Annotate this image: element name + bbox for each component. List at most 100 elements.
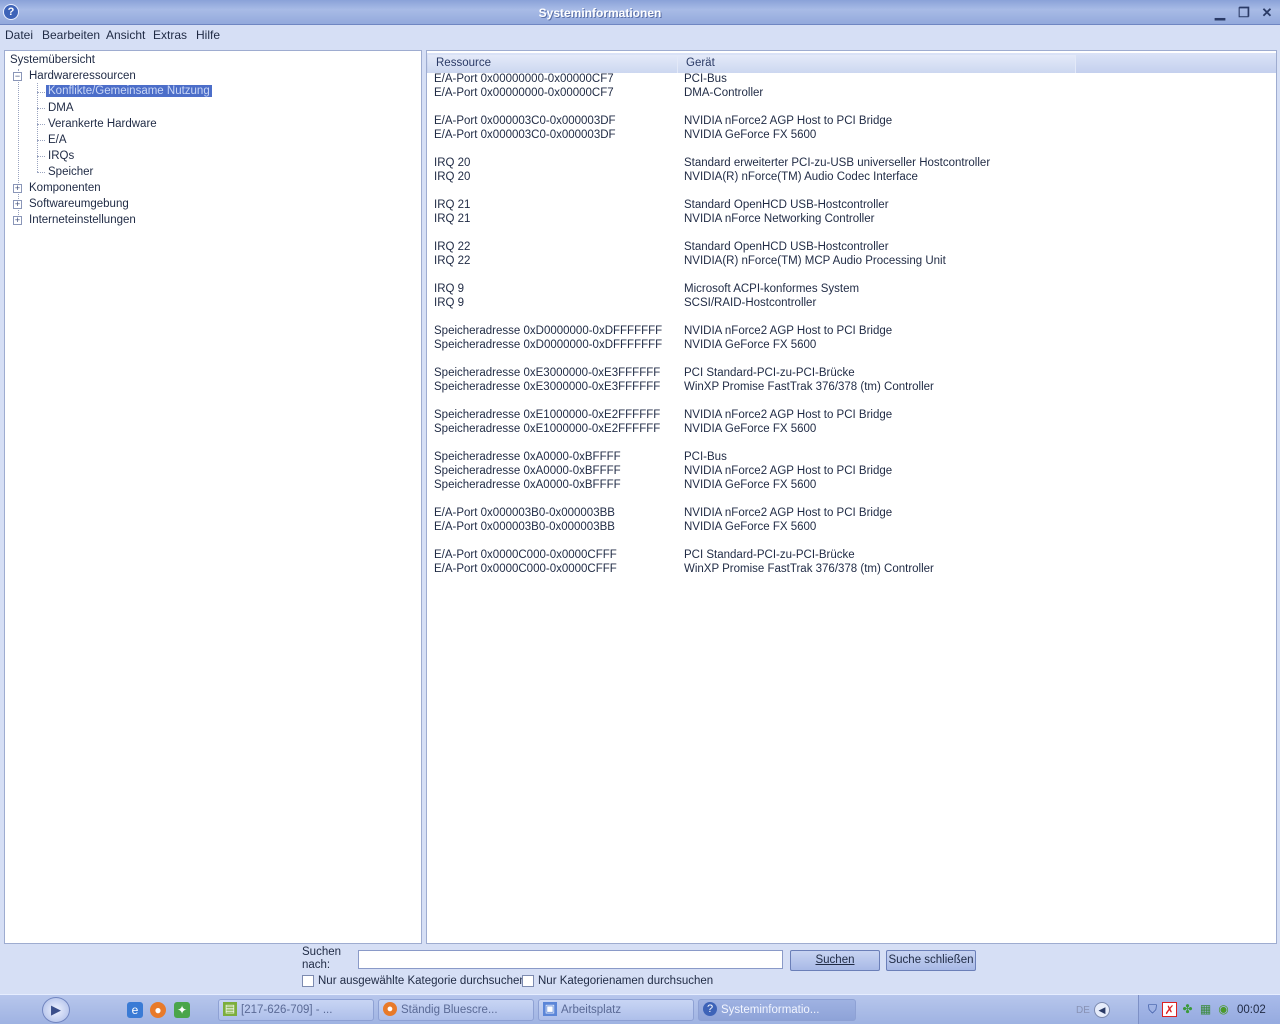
cell-ressource: Speicheradresse 0xD0000000-0xDFFFFFFF — [434, 325, 663, 337]
expand-icon[interactable]: + — [13, 184, 22, 193]
collapse-icon[interactable]: − — [13, 72, 22, 81]
table-row[interactable]: Speicheradresse 0xD0000000-0xDFFFFFFF NVI… — [427, 339, 1267, 353]
taskbar-item-arbeitsplatz[interactable]: ▣ Arbeitsplatz — [538, 999, 694, 1021]
category-tree[interactable]: Systemübersicht − Hardwareressourcen Kon… — [4, 50, 422, 944]
table-row[interactable]: E/A-Port 0x0000C000-0x0000CFFF PCI Standa… — [427, 549, 1267, 563]
clock: 00:02 — [1237, 1004, 1266, 1016]
table-row[interactable]: Speicheradresse 0xE3000000-0xE3FFFFFF Win… — [427, 381, 1267, 395]
table-row[interactable]: E/A-Port 0x00000000-0x00000CF7 DMA-Contro… — [427, 87, 1267, 101]
tree-item-systemuebersicht[interactable]: Systemübersicht — [10, 54, 95, 66]
menu-hilfe[interactable]: Hilfe — [196, 28, 220, 42]
table-row[interactable]: IRQ 9 Microsoft ACPI-konformes System — [427, 283, 1267, 297]
close-button[interactable]: ✕ — [1256, 3, 1278, 22]
table-row[interactable]: IRQ 20 NVIDIA(R) nForce(TM) Audio Codec I… — [427, 171, 1267, 185]
expand-icon[interactable]: + — [13, 200, 22, 209]
minimize-button[interactable]: ▁ — [1209, 3, 1231, 22]
menu-extras[interactable]: Extras — [153, 28, 187, 42]
table-row[interactable]: Speicheradresse 0xE3000000-0xE3FFFFFF PCI… — [427, 367, 1267, 381]
table-row[interactable] — [427, 395, 1267, 409]
antivirus-icon[interactable]: ✗ — [1162, 1002, 1177, 1017]
cell-geraet: NVIDIA nForce2 AGP Host to PCI Bridge — [684, 507, 893, 519]
table-row[interactable]: Speicheradresse 0xD0000000-0xDFFFFFFF NVI… — [427, 325, 1267, 339]
table-row[interactable]: IRQ 22 Standard OpenHCD USB-Hostcontrolle… — [427, 241, 1267, 255]
table-row[interactable]: E/A-Port 0x000003B0-0x000003BB NVIDIA GeF… — [427, 521, 1267, 535]
tree-item-ea[interactable]: E/A — [48, 134, 67, 146]
menu-datei[interactable]: Datei — [5, 28, 33, 42]
shield-icon[interactable]: ⛉ — [1145, 1002, 1160, 1017]
table-row[interactable]: E/A-Port 0x000003C0-0x000003DF NVIDIA nFo… — [427, 115, 1267, 129]
category-names-checkbox[interactable] — [522, 975, 534, 987]
expand-icon[interactable]: + — [13, 216, 22, 225]
table-row[interactable] — [427, 311, 1267, 325]
cell-geraet: NVIDIA GeForce FX 5600 — [684, 339, 817, 351]
cell-ressource: IRQ 9 — [434, 283, 465, 295]
table-row[interactable]: IRQ 21 NVIDIA nForce Networking Controlle… — [427, 213, 1267, 227]
table-row[interactable] — [427, 269, 1267, 283]
column-header-ressource[interactable]: Ressource — [428, 55, 678, 73]
tree-item-irqs[interactable]: IRQs — [48, 150, 74, 162]
table-row[interactable]: Speicheradresse 0xE1000000-0xE2FFFFFF NVI… — [427, 409, 1267, 423]
close-search-button[interactable]: Suche schließen — [886, 950, 976, 971]
table-row[interactable]: Speicheradresse 0xA0000-0xBFFFF PCI-Bus — [427, 451, 1267, 465]
table-row[interactable] — [427, 353, 1267, 367]
table-row[interactable] — [427, 227, 1267, 241]
table-row[interactable]: E/A-Port 0x000003B0-0x000003BB NVIDIA nFo… — [427, 507, 1267, 521]
table-row[interactable]: E/A-Port 0x00000000-0x00000CF7 PCI-Bus — [427, 73, 1267, 87]
table-row[interactable]: IRQ 21 Standard OpenHCD USB-Hostcontrolle… — [427, 199, 1267, 213]
search-input[interactable] — [358, 950, 783, 969]
language-indicator[interactable]: DE — [1076, 1005, 1090, 1016]
table-row[interactable] — [427, 101, 1267, 115]
tree-item-konflikte[interactable]: Konflikte/Gemeinsame Nutzung — [46, 85, 212, 97]
taskbar-item-chat[interactable]: ▤ [217-626-709] - ... — [218, 999, 374, 1021]
network-icon[interactable]: ▦ — [1198, 1002, 1213, 1017]
tree-item-verankerte-hardware[interactable]: Verankerte Hardware — [48, 118, 157, 130]
table-row[interactable]: Speicheradresse 0xE1000000-0xE2FFFFFF NVI… — [427, 423, 1267, 437]
network-icon[interactable]: ✦ — [174, 1002, 190, 1018]
cell-geraet: Microsoft ACPI-konformes System — [684, 283, 860, 295]
menu-bearbeiten[interactable]: Bearbeiten — [42, 28, 100, 42]
taskbar-item-firefox[interactable]: ● Ständig Bluescre... — [378, 999, 534, 1021]
cell-geraet: NVIDIA nForce2 AGP Host to PCI Bridge — [684, 409, 893, 421]
table-row[interactable]: IRQ 22 NVIDIA(R) nForce(TM) MCP Audio Pro… — [427, 255, 1267, 269]
ie-icon[interactable]: e — [127, 1002, 143, 1018]
title-bar[interactable]: ? Systeminformationen ▁ ❐ ✕ — [0, 0, 1280, 25]
table-row[interactable]: Speicheradresse 0xA0000-0xBFFFF NVIDIA Ge… — [427, 479, 1267, 493]
table-row[interactable] — [427, 143, 1267, 157]
start-button[interactable]: ▶ — [42, 997, 70, 1023]
firefox-icon[interactable]: ● — [150, 1002, 166, 1018]
search-button[interactable]: Suchen — [790, 950, 880, 971]
column-header-geraet[interactable]: Gerät — [678, 55, 1076, 73]
table-row[interactable]: IRQ 9 SCSI/RAID-Hostcontroller — [427, 297, 1267, 311]
taskbar: ▶ e ● ✦ ▤ [217-626-709] - ... ● Ständig … — [0, 994, 1280, 1024]
details-pane[interactable]: Ressource Gerät E/A-Port 0x00000000-0x00… — [426, 50, 1277, 944]
maximize-button[interactable]: ❐ — [1233, 3, 1255, 22]
tree-item-hardwareressourcen[interactable]: Hardwareressourcen — [29, 70, 136, 82]
table-row[interactable] — [427, 535, 1267, 549]
selected-category-checkbox[interactable] — [302, 975, 314, 987]
tree-item-interneteinstellungen[interactable]: Interneteinstellungen — [29, 214, 136, 226]
cell-ressource: E/A-Port 0x00000000-0x00000CF7 — [434, 87, 614, 99]
table-row[interactable]: IRQ 20 Standard erweiterter PCI-zu-USB un… — [427, 157, 1267, 171]
cell-ressource: IRQ 22 — [434, 241, 471, 253]
cell-geraet: WinXP Promise FastTrak 376/378 (tm) Cont… — [684, 381, 934, 393]
tree-item-softwareumgebung[interactable]: Softwareumgebung — [29, 198, 129, 210]
menu-ansicht[interactable]: Ansicht — [106, 28, 145, 42]
table-row[interactable]: E/A-Port 0x0000C000-0x0000CFFF WinXP Prom… — [427, 563, 1267, 577]
arrow-left-icon[interactable]: ◀ — [1094, 1002, 1110, 1018]
cell-geraet: Standard OpenHCD USB-Hostcontroller — [684, 241, 889, 253]
tree-item-komponenten[interactable]: Komponenten — [29, 182, 101, 194]
tree-item-speicher[interactable]: Speicher — [48, 166, 93, 178]
table-row[interactable] — [427, 185, 1267, 199]
taskbar-item-label: [217-626-709] - ... — [241, 1004, 333, 1016]
tree-item-dma[interactable]: DMA — [48, 102, 74, 114]
taskbar-item-systeminformationen[interactable]: ? Systeminformatio... — [698, 999, 856, 1021]
table-row[interactable] — [427, 437, 1267, 451]
cell-ressource: E/A-Port 0x000003C0-0x000003DF — [434, 129, 616, 141]
nvidia-icon[interactable]: ◉ — [1216, 1002, 1231, 1017]
table-row[interactable]: E/A-Port 0x000003C0-0x000003DF NVIDIA GeF… — [427, 129, 1267, 143]
clover-icon[interactable]: ✤ — [1180, 1002, 1195, 1017]
cell-geraet: WinXP Promise FastTrak 376/378 (tm) Cont… — [684, 563, 934, 575]
cell-ressource: Speicheradresse 0xA0000-0xBFFFF — [434, 479, 621, 491]
table-row[interactable]: Speicheradresse 0xA0000-0xBFFFF NVIDIA nF… — [427, 465, 1267, 479]
table-row[interactable] — [427, 493, 1267, 507]
